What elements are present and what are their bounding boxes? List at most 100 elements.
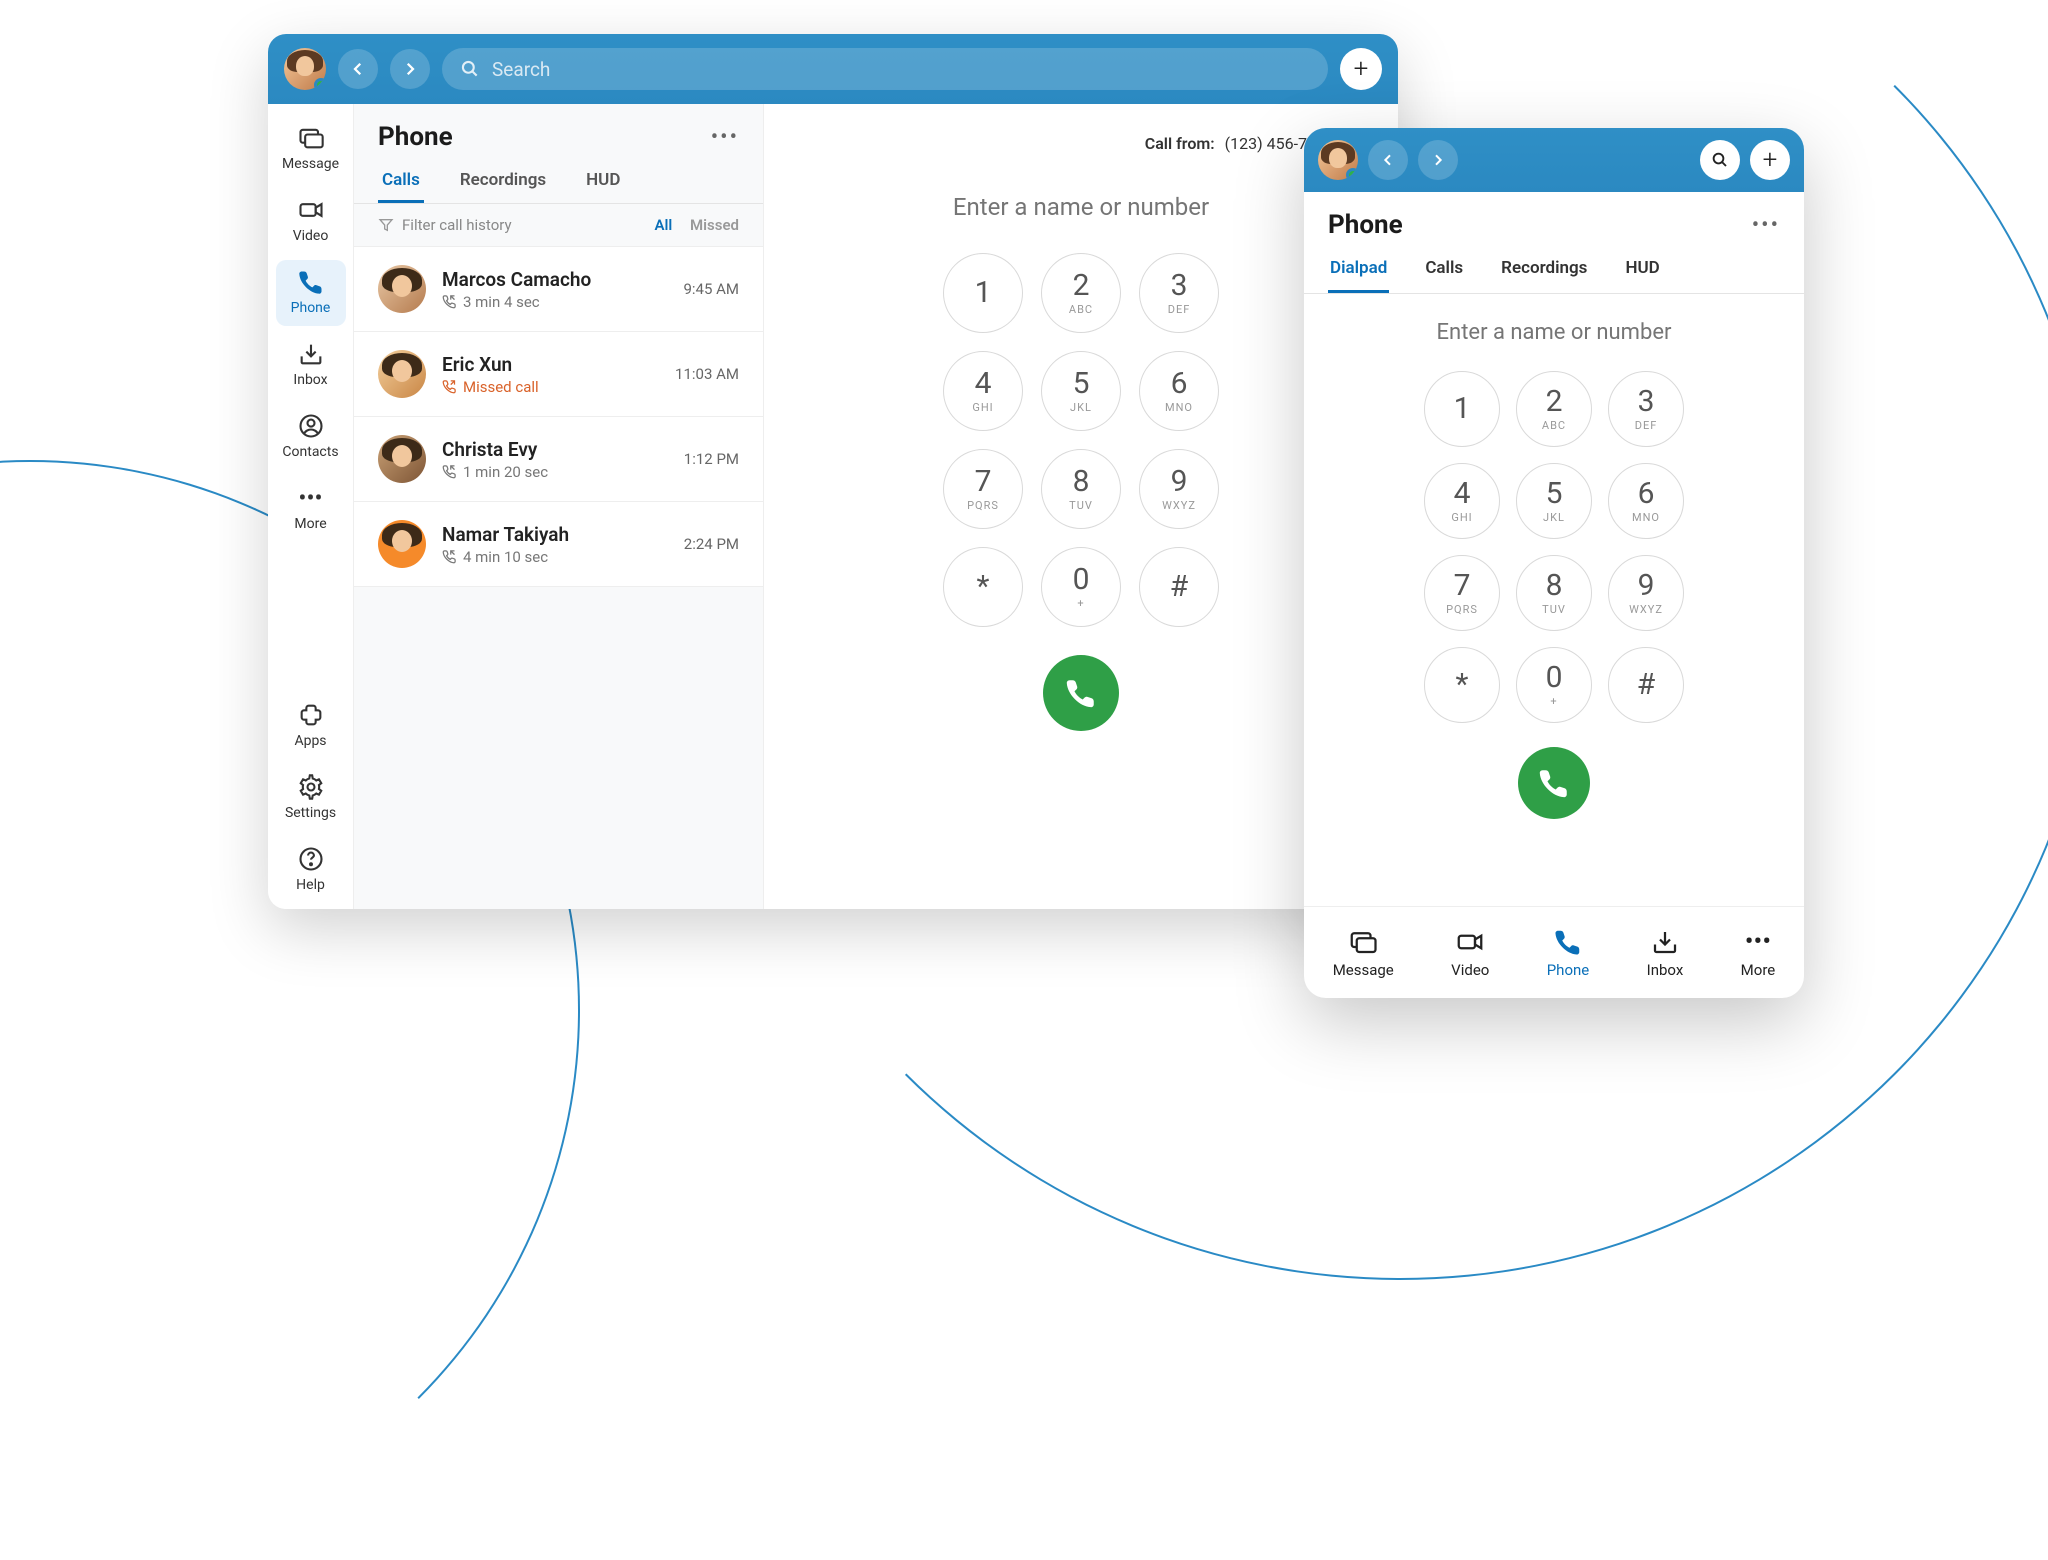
keypad-key-0[interactable]: 0+ bbox=[1516, 647, 1592, 723]
keypad-key-3[interactable]: 3DEF bbox=[1608, 371, 1684, 447]
sidebar-item-apps[interactable]: Apps bbox=[276, 693, 346, 759]
key-digit: 0 bbox=[1073, 565, 1090, 595]
keypad-key-0[interactable]: 0+ bbox=[1041, 547, 1121, 627]
nav-forward-button[interactable] bbox=[1418, 140, 1458, 180]
keypad-key-6[interactable]: 6MNO bbox=[1608, 463, 1684, 539]
nav-back-button[interactable] bbox=[338, 49, 378, 89]
desktop-header: + bbox=[268, 34, 1398, 104]
mobile-dialer: 1 2ABC3DEF 4GHI5JKL6MNO 7PQRS8TUV9WXYZ *0+# bbox=[1304, 294, 1804, 906]
bottom-nav-more[interactable]: ••• More bbox=[1741, 927, 1776, 979]
keypad-key-*[interactable]: * bbox=[943, 547, 1023, 627]
call-detail: 4 min 10 sec bbox=[442, 548, 668, 566]
filter-missed[interactable]: Missed bbox=[690, 216, 739, 234]
keypad-key-4[interactable]: 4GHI bbox=[1424, 463, 1500, 539]
filter-bar: Filter call history All Missed bbox=[354, 204, 763, 247]
key-digit: 7 bbox=[975, 467, 992, 497]
key-letters: MNO bbox=[1165, 401, 1193, 414]
keypad-key-4[interactable]: 4GHI bbox=[943, 351, 1023, 431]
dial-input[interactable] bbox=[1415, 320, 1693, 345]
keypad-key-5[interactable]: 5JKL bbox=[1516, 463, 1592, 539]
call-time: 9:45 AM bbox=[683, 280, 739, 298]
panel-more-button[interactable]: ••• bbox=[1752, 213, 1780, 238]
tab-calls[interactable]: Calls bbox=[378, 160, 424, 203]
profile-avatar[interactable] bbox=[284, 48, 326, 90]
profile-avatar[interactable] bbox=[1318, 140, 1358, 180]
search-button[interactable] bbox=[1700, 140, 1740, 180]
sidebar-item-video[interactable]: Video bbox=[276, 188, 346, 254]
key-digit: 9 bbox=[1171, 467, 1188, 497]
key-digit: 1 bbox=[1454, 394, 1471, 424]
search-input[interactable] bbox=[492, 58, 1310, 81]
key-digit: 6 bbox=[1171, 369, 1188, 399]
keypad-key-6[interactable]: 6 MNO bbox=[1139, 351, 1219, 431]
filter-all[interactable]: All bbox=[654, 216, 672, 234]
key-letters: + bbox=[1077, 597, 1084, 610]
key-digit: 9 bbox=[1638, 571, 1655, 601]
add-button[interactable]: + bbox=[1340, 48, 1382, 90]
tab-recordings[interactable]: Recordings bbox=[1499, 246, 1589, 293]
tab-dialpad[interactable]: Dialpad bbox=[1328, 246, 1389, 293]
sidebar-label: Message bbox=[282, 156, 339, 172]
key-letters: ABC bbox=[1542, 419, 1566, 432]
nav-forward-button[interactable] bbox=[390, 49, 430, 89]
presence-indicator bbox=[1346, 168, 1358, 180]
keypad-key-2[interactable]: 2ABC bbox=[1041, 253, 1121, 333]
keypad-key-9[interactable]: 9WXYZ bbox=[1608, 555, 1684, 631]
call-time: 1:12 PM bbox=[684, 450, 739, 468]
bottom-nav-inbox[interactable]: Inbox bbox=[1647, 927, 1684, 979]
filter-label[interactable]: Filter call history bbox=[402, 216, 512, 234]
keypad-key-7[interactable]: 7PQRS bbox=[1424, 555, 1500, 631]
nav-label: Video bbox=[1451, 961, 1489, 979]
search-icon bbox=[460, 59, 480, 79]
sidebar-item-settings[interactable]: Settings bbox=[276, 765, 346, 831]
call-row[interactable]: Namar Takiyah4 min 10 sec2:24 PM bbox=[354, 502, 763, 587]
call-time: 11:03 AM bbox=[675, 365, 739, 383]
sidebar-item-more[interactable]: ••• More bbox=[276, 476, 346, 542]
key-digit: 0 bbox=[1546, 663, 1563, 693]
add-button[interactable]: + bbox=[1750, 140, 1790, 180]
keypad-key-1[interactable]: 1 bbox=[1424, 371, 1500, 447]
keypad-key-3[interactable]: 3DEF bbox=[1139, 253, 1219, 333]
sidebar-item-help[interactable]: Help bbox=[276, 837, 346, 903]
key-digit: 8 bbox=[1073, 467, 1090, 497]
tab-calls[interactable]: Calls bbox=[1423, 246, 1465, 293]
keypad-key-8[interactable]: 8TUV bbox=[1516, 555, 1592, 631]
call-detail: 3 min 4 sec bbox=[442, 293, 667, 311]
search-bar[interactable] bbox=[442, 48, 1328, 90]
key-letters: PQRS bbox=[1446, 603, 1478, 616]
tab-hud[interactable]: HUD bbox=[1623, 246, 1661, 293]
call-button[interactable] bbox=[1518, 747, 1590, 819]
sidebar-item-contacts[interactable]: Contacts bbox=[276, 404, 346, 470]
panel-more-button[interactable]: ••• bbox=[711, 125, 739, 150]
call-row[interactable]: Christa Evy1 min 20 sec1:12 PM bbox=[354, 417, 763, 502]
sidebar-label: More bbox=[294, 516, 326, 532]
call-row[interactable]: Marcos Camacho3 min 4 sec9:45 AM bbox=[354, 247, 763, 332]
sidebar-item-phone[interactable]: Phone bbox=[276, 260, 346, 326]
panel-title: Phone bbox=[378, 122, 453, 152]
call-name: Christa Evy bbox=[442, 438, 668, 461]
bottom-nav-video[interactable]: Video bbox=[1451, 927, 1489, 979]
call-row[interactable]: Eric XunMissed call11:03 AM bbox=[354, 332, 763, 417]
keypad-key-#[interactable]: # bbox=[1608, 647, 1684, 723]
dial-input[interactable] bbox=[926, 193, 1237, 221]
nav-back-button[interactable] bbox=[1368, 140, 1408, 180]
call-detail: Missed call bbox=[442, 378, 659, 396]
bottom-nav-phone[interactable]: Phone bbox=[1547, 927, 1590, 979]
tab-hud[interactable]: HUD bbox=[582, 160, 624, 203]
sidebar-item-inbox[interactable]: Inbox bbox=[276, 332, 346, 398]
key-letters: JKL bbox=[1543, 511, 1565, 524]
call-button[interactable] bbox=[1043, 655, 1119, 731]
keypad-key-9[interactable]: 9WXYZ bbox=[1139, 449, 1219, 529]
keypad-key-7[interactable]: 7PQRS bbox=[943, 449, 1023, 529]
sidebar-item-message[interactable]: Message bbox=[276, 116, 346, 182]
filter-icon bbox=[378, 217, 394, 233]
bottom-nav-message[interactable]: Message bbox=[1333, 927, 1394, 979]
tab-recordings[interactable]: Recordings bbox=[456, 160, 550, 203]
keypad-key-5[interactable]: 5JKL bbox=[1041, 351, 1121, 431]
keypad-key-#[interactable]: # bbox=[1139, 547, 1219, 627]
contact-avatar bbox=[378, 350, 426, 398]
keypad-key-*[interactable]: * bbox=[1424, 647, 1500, 723]
keypad-key-8[interactable]: 8TUV bbox=[1041, 449, 1121, 529]
keypad-key-1[interactable]: 1 bbox=[943, 253, 1023, 333]
keypad-key-2[interactable]: 2ABC bbox=[1516, 371, 1592, 447]
